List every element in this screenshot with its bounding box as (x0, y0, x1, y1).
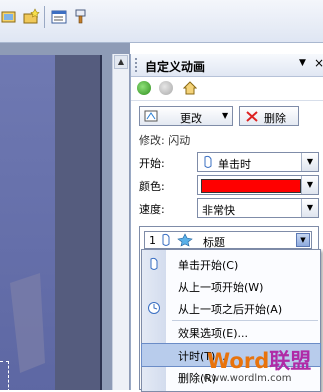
menu-item-label: 从上一项之后开始(A) (178, 303, 283, 316)
menu-item-label: 效果选项(E)... (178, 327, 249, 340)
clock-icon (148, 302, 160, 314)
pane-title: 自定义动画 (145, 60, 206, 74)
home-icon[interactable] (182, 81, 198, 95)
slide-dark-strip (55, 55, 100, 390)
image-icon[interactable] (0, 8, 18, 26)
effect-number: 1 (149, 234, 156, 247)
mouse-click-icon (162, 233, 170, 246)
mouse-click-icon (150, 257, 158, 270)
watermark-logo: Word联盟 (207, 345, 311, 375)
chevron-down-icon: ▼ (222, 111, 229, 120)
placeholder-outline (0, 361, 9, 390)
folder-star-icon[interactable] (22, 8, 40, 26)
toolbar-separator (44, 6, 45, 28)
chevron-down-icon[interactable]: ▼ (301, 153, 318, 171)
watermark-logo-word: Word (207, 349, 270, 373)
format-painter-icon[interactable] (72, 8, 90, 26)
vertical-scrollbar[interactable]: ▲ (112, 54, 129, 390)
top-toolbar (0, 0, 323, 43)
change-button[interactable]: 更改 ▼ (139, 106, 233, 126)
menu-item-effect-options[interactable]: 效果选项(E)... (142, 321, 320, 343)
back-icon[interactable] (137, 81, 151, 95)
change-button-label: 更改 (180, 112, 202, 125)
delete-button-label: 删除 (264, 112, 286, 125)
menu-item-label: 从上一项开始(W) (178, 281, 264, 294)
window-icon[interactable] (50, 8, 68, 26)
effect-star-icon (177, 233, 193, 247)
menu-item-after-previous[interactable]: 从上一项之后开始(A) (142, 297, 320, 319)
chevron-down-icon[interactable]: ▼ (301, 199, 318, 217)
pane-nav-row (131, 78, 323, 101)
watermark-logo-cn: 联盟 (269, 349, 312, 373)
start-value: 单击时 (218, 158, 251, 171)
menu-item-with-previous[interactable]: 从上一项开始(W) (142, 275, 320, 297)
speed-value: 非常快 (202, 204, 235, 217)
chevron-down-icon[interactable]: ▼ (296, 233, 310, 247)
grip-icon[interactable] (135, 58, 140, 72)
pane-menu-arrow-icon[interactable]: ▼ (299, 58, 306, 68)
color-dropdown[interactable]: ▼ (197, 175, 319, 195)
chevron-down-icon[interactable]: ▼ (301, 176, 318, 194)
modify-label: 修改: 闪动 (139, 134, 191, 147)
menu-item-label: 单击开始(C) (178, 259, 239, 272)
delete-x-icon (246, 111, 258, 122)
color-swatch (201, 179, 301, 193)
mouse-click-icon (204, 155, 212, 168)
start-label: 开始: (139, 157, 165, 170)
color-label: 颜色: (139, 180, 165, 193)
speed-dropdown[interactable]: 非常快 ▼ (197, 198, 319, 218)
menu-item-start-on-click[interactable]: 单击开始(C) (142, 253, 320, 275)
speed-label: 速度: (139, 203, 165, 216)
start-dropdown[interactable]: 单击时 ▼ (197, 152, 319, 172)
effect-list-item[interactable]: 1 标题 ▼ (144, 231, 312, 249)
watermark: Word联盟 www.wordlm.com (201, 345, 323, 390)
watermark-url: www.wordlm.com (203, 373, 292, 384)
slide-title-shape (10, 273, 45, 373)
forward-icon[interactable] (159, 81, 173, 95)
pane-title-bar: 自定义动画 ▼ × (131, 54, 323, 77)
effect-name: 标题 (203, 236, 225, 249)
delete-button[interactable]: 删除 (239, 106, 299, 126)
change-effect-icon (144, 110, 158, 122)
scroll-up-arrow-icon[interactable]: ▲ (114, 55, 128, 69)
slide-canvas[interactable] (0, 43, 130, 390)
close-icon[interactable]: × (314, 56, 323, 70)
